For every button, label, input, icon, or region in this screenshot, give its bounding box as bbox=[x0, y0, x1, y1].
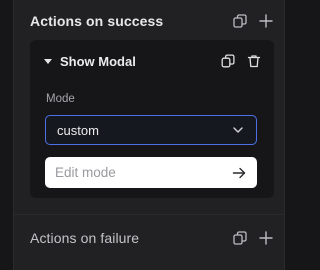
section-divider bbox=[14, 214, 284, 215]
actions-on-failure-toolbar bbox=[232, 230, 274, 246]
show-modal-title: Show Modal bbox=[60, 53, 136, 69]
actions-on-success-toolbar bbox=[232, 13, 274, 29]
actions-on-success-title: Actions on success bbox=[30, 13, 164, 29]
copy-icon[interactable] bbox=[220, 53, 236, 69]
show-modal-toggle[interactable]: Show Modal bbox=[44, 54, 136, 69]
edit-mode-input[interactable] bbox=[55, 165, 215, 180]
mode-select-value: custom bbox=[57, 122, 99, 138]
caret-down-icon bbox=[44, 58, 52, 64]
duplicate-icon[interactable] bbox=[232, 230, 248, 246]
actions-on-success-header: Actions on success bbox=[30, 9, 274, 33]
mode-label: Mode bbox=[46, 93, 75, 105]
add-action-plus-icon[interactable] bbox=[258, 230, 274, 246]
show-modal-card-header: Show Modal bbox=[44, 52, 262, 70]
duplicate-icon[interactable] bbox=[232, 13, 248, 29]
actions-panel: Actions on success Show Modal Mode custo… bbox=[13, 0, 285, 270]
edit-mode-field bbox=[45, 157, 257, 188]
mode-select[interactable]: custom bbox=[45, 115, 257, 145]
arrow-right-icon[interactable] bbox=[231, 165, 247, 181]
chevron-down-icon bbox=[230, 122, 246, 138]
trash-icon[interactable] bbox=[246, 53, 262, 69]
actions-on-failure-title: Actions on failure bbox=[30, 230, 140, 246]
add-action-plus-icon[interactable] bbox=[258, 13, 274, 29]
show-modal-card-toolbar bbox=[220, 53, 262, 69]
actions-on-failure-header: Actions on failure bbox=[30, 226, 274, 250]
show-modal-action-card: Show Modal Mode custom Edit mode bbox=[30, 40, 274, 198]
